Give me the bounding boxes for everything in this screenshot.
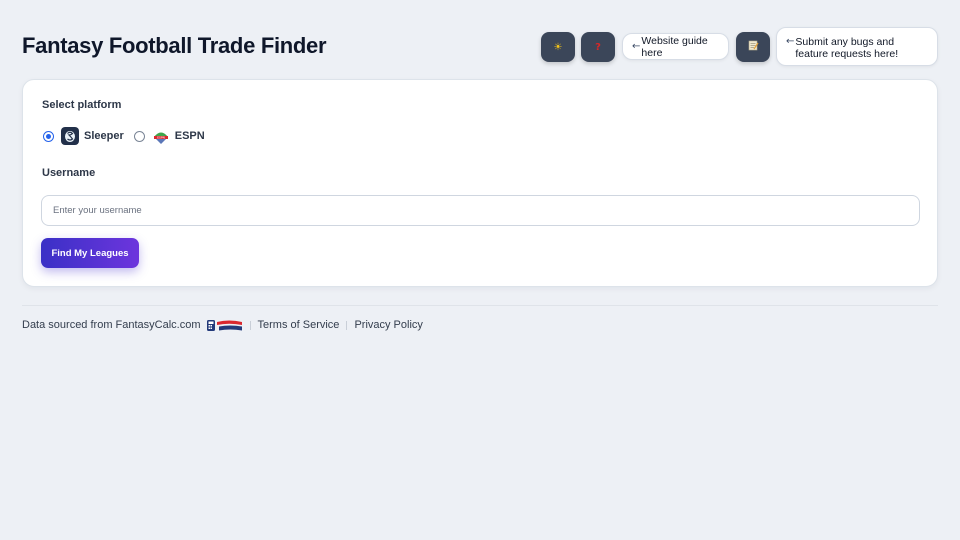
footer: Data sourced from FantasyCalc.com Terms … [22,318,423,332]
page: Fantasy Football Trade Finder ☀ ? ← Webs… [0,0,960,540]
data-source-text: Data sourced from FantasyCalc.com [22,319,201,331]
guide-tooltip: ← Website guide here [622,33,729,60]
espn-option-label[interactable]: ESPN [175,130,205,142]
footer-separator [346,320,348,330]
platform-radio-group: Sleeper ESPN ESPN [43,127,205,145]
espn-logo-icon: ESPN [152,127,170,145]
help-button[interactable]: ? [581,32,615,62]
feedback-button[interactable] [736,32,770,62]
username-label: Username [42,167,96,179]
username-input[interactable] [41,195,920,226]
find-leagues-button[interactable]: Find My Leagues [41,238,139,268]
radio-espn[interactable] [133,130,145,142]
arrow-left-icon: ← [786,36,795,47]
sleeper-logo-icon [61,127,79,145]
arrow-left-icon: ← [632,40,641,52]
footer-divider [22,305,938,306]
radio-sleeper[interactable] [43,130,54,142]
footer-separator [249,320,251,330]
page-title: Fantasy Football Trade Finder [22,33,327,58]
platform-label: Select platform [42,99,122,111]
terms-of-service-link[interactable]: Terms of Service [258,319,340,331]
privacy-policy-link[interactable]: Privacy Policy [354,319,422,331]
bugs-tooltip-text: Submit any bugs and feature requests her… [795,36,899,60]
question-icon: ? [595,41,601,53]
memo-icon [748,40,759,54]
fantasycalc-logo-icon[interactable] [206,319,243,332]
sun-icon: ☀ [553,41,563,53]
bugs-tooltip: ← Submit any bugs and feature requests h… [776,27,938,66]
theme-toggle-button[interactable]: ☀ [541,32,575,62]
sleeper-option-label[interactable]: Sleeper [84,130,124,142]
search-card: Select platform Sleeper ESPN ESPN Userna… [22,79,938,287]
guide-tooltip-text: Website guide here [641,34,708,59]
